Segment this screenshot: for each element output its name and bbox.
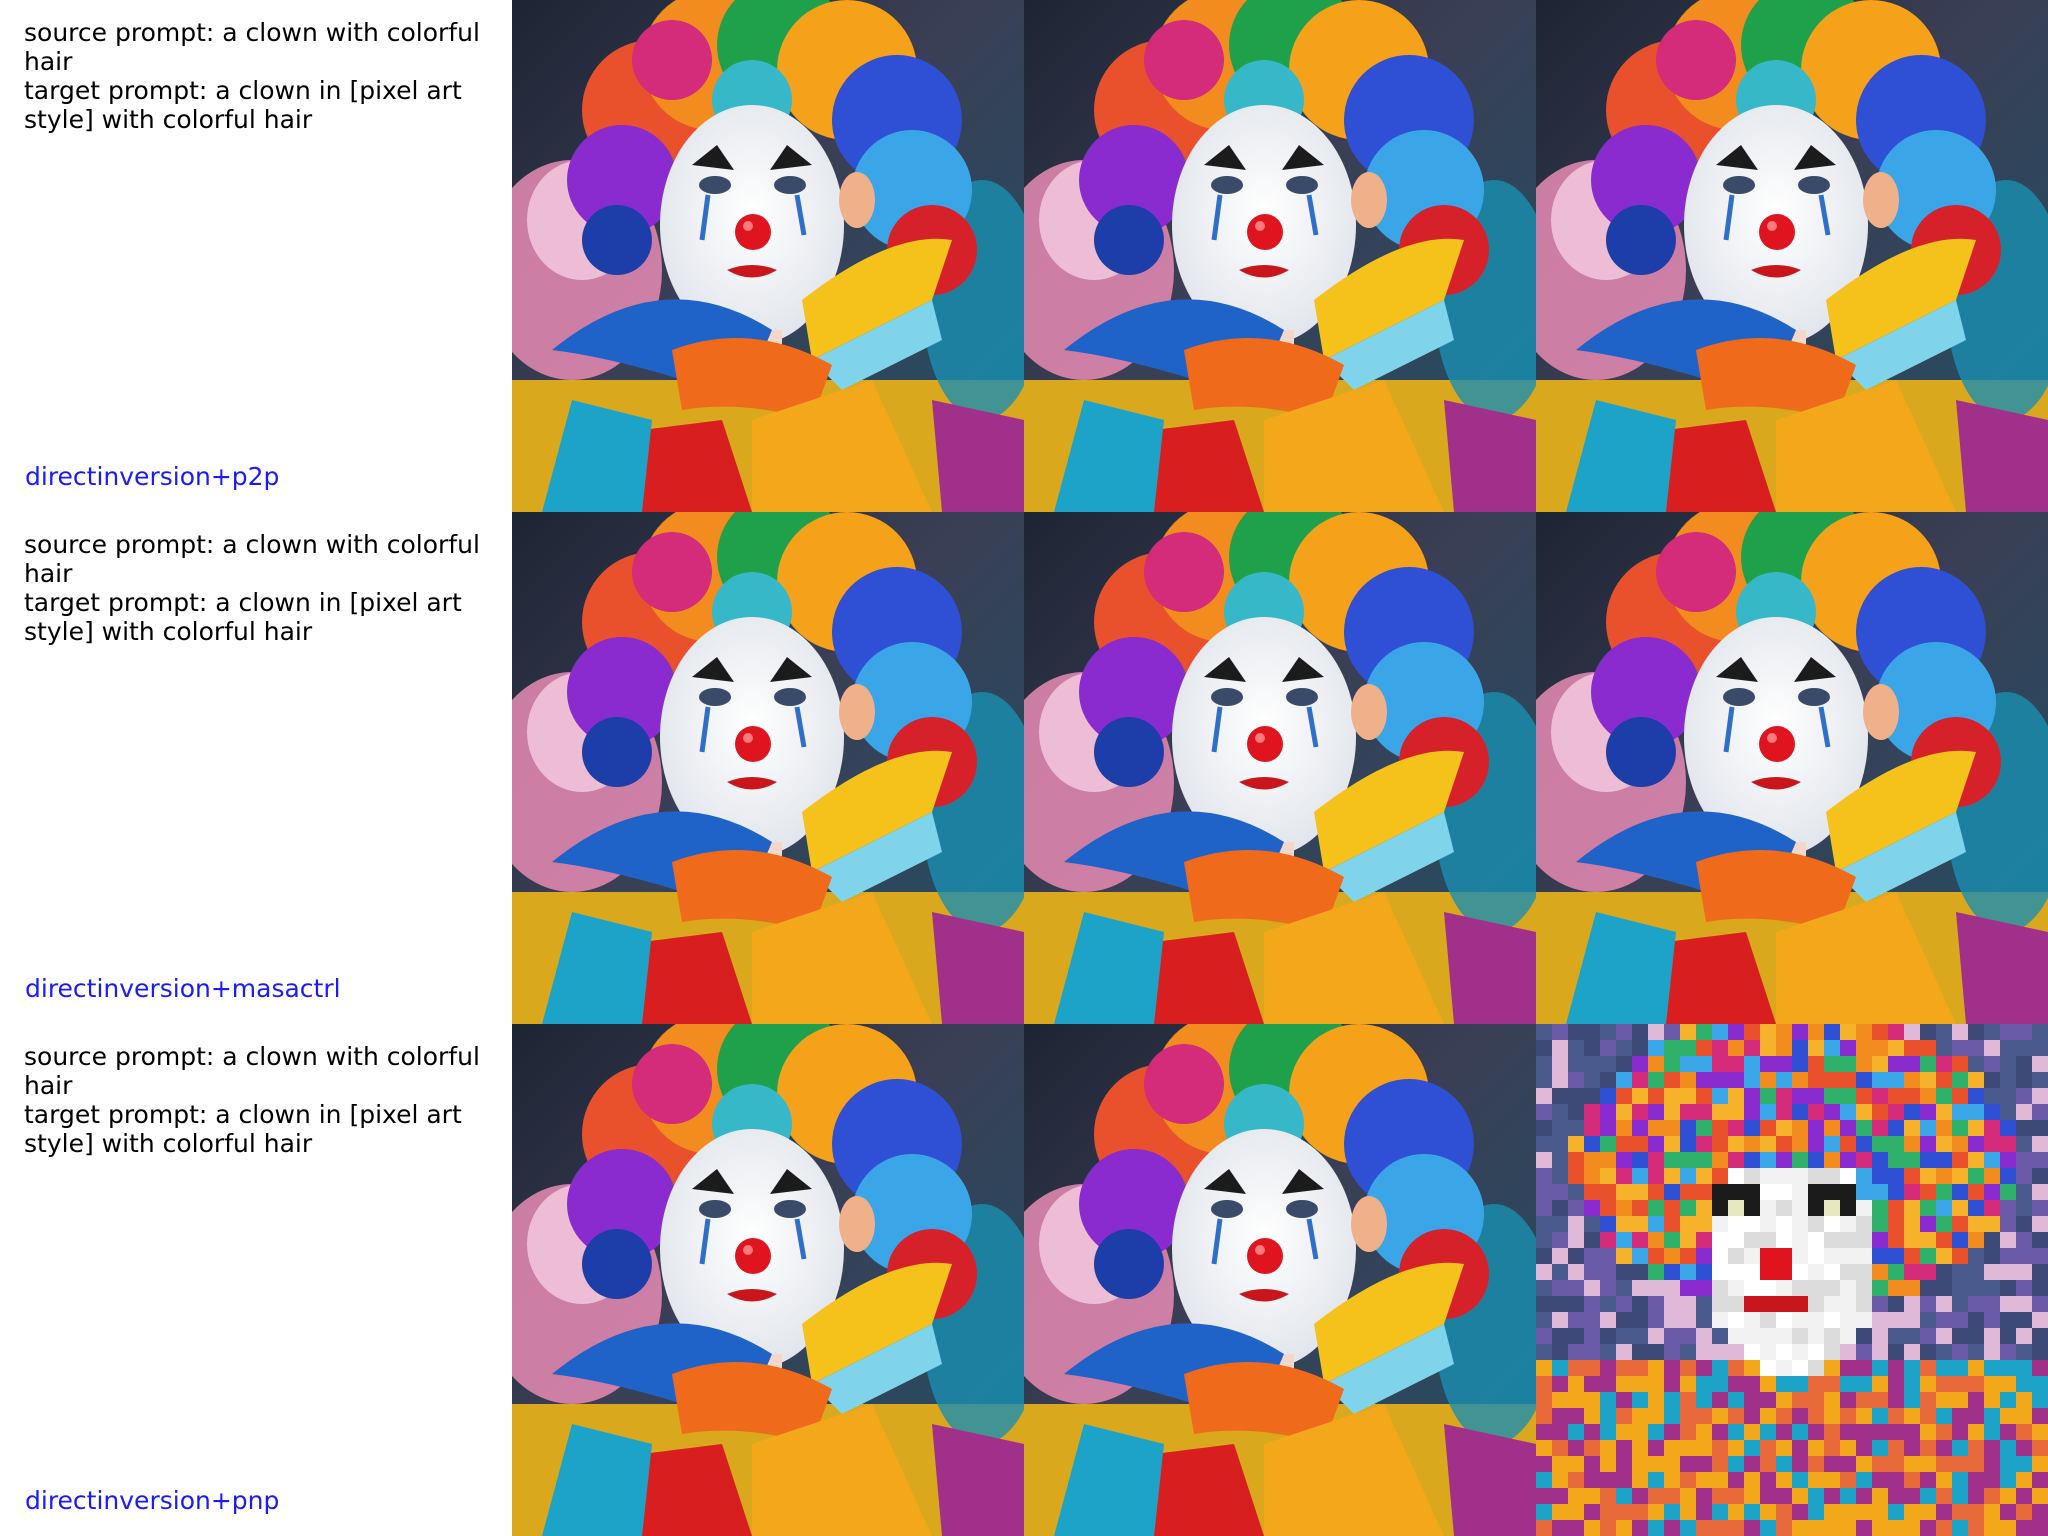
source-prompt: source prompt: a clown with colorful hai… — [24, 18, 480, 76]
comparison-row: source prompt: a clown with colorful hai… — [0, 512, 2048, 1024]
clown-source-image — [512, 1024, 1024, 1536]
source-prompt: source prompt: a clown with colorful hai… — [24, 530, 480, 588]
caption-panel: source prompt: a clown with colorful hai… — [0, 0, 512, 512]
clown-reconstruction-image — [1024, 1024, 1536, 1536]
target-prompt: target prompt: a clown in [pixel art sty… — [24, 76, 462, 134]
method-label: directinversion+p2p — [25, 462, 280, 491]
clown-edited-image — [1536, 0, 2048, 512]
source-prompt: source prompt: a clown with colorful hai… — [24, 1042, 480, 1100]
prompt-text: source prompt: a clown with colorful hai… — [24, 1042, 494, 1158]
method-label: directinversion+masactrl — [25, 974, 341, 1003]
caption-panel: source prompt: a clown with colorful hai… — [0, 1024, 512, 1536]
caption-panel: source prompt: a clown with colorful hai… — [0, 512, 512, 1024]
comparison-row: source prompt: a clown with colorful hai… — [0, 0, 2048, 512]
clown-source-image — [512, 0, 1024, 512]
target-prompt: target prompt: a clown in [pixel art sty… — [24, 588, 462, 646]
method-label: directinversion+pnp — [25, 1486, 280, 1515]
clown-reconstruction-image — [1024, 0, 1536, 512]
clown-edited-image — [1536, 512, 2048, 1024]
clown-edited-image — [1536, 1024, 2048, 1536]
prompt-text: source prompt: a clown with colorful hai… — [24, 18, 494, 134]
clown-reconstruction-image — [1024, 512, 1536, 1024]
prompt-text: source prompt: a clown with colorful hai… — [24, 530, 494, 646]
comparison-row: source prompt: a clown with colorful hai… — [0, 1024, 2048, 1536]
target-prompt: target prompt: a clown in [pixel art sty… — [24, 1100, 462, 1158]
comparison-grid: source prompt: a clown with colorful hai… — [0, 0, 2048, 1536]
clown-source-image — [512, 512, 1024, 1024]
